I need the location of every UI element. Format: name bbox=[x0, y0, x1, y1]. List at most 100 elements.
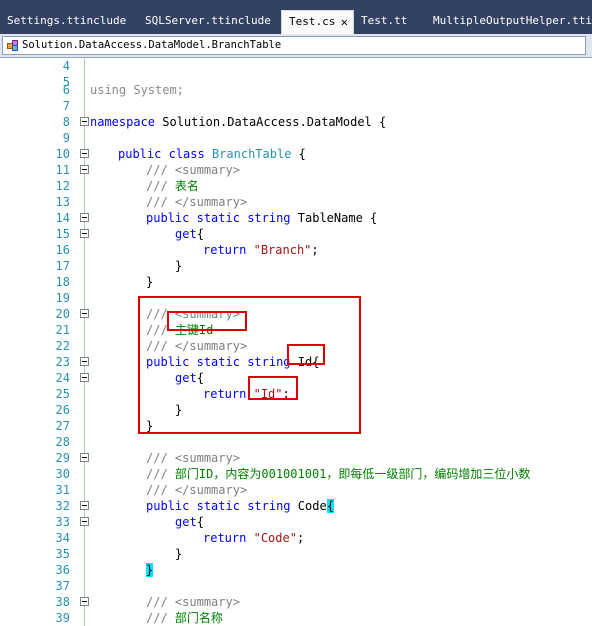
xml-doc-tag: <summary> bbox=[174, 595, 240, 609]
keyword: class bbox=[168, 147, 205, 161]
navigation-bar: Solution.DataAccess.DataModel.BranchTabl… bbox=[0, 34, 592, 58]
doc-prefix: /// bbox=[146, 595, 168, 609]
collapse-icon[interactable] bbox=[80, 357, 89, 366]
line-number: 36 bbox=[55, 563, 70, 577]
tab-multipleoutputhelper-ttinclude[interactable]: MultipleOutputHelper.ttinclude bbox=[426, 10, 592, 34]
code-line: 10 public class BranchTable { bbox=[0, 146, 592, 162]
line-number: 13 bbox=[55, 195, 70, 209]
string-literal: "Branch" bbox=[253, 243, 312, 257]
keyword: public bbox=[118, 147, 162, 161]
tab-test-tt[interactable]: Test.tt bbox=[354, 10, 426, 34]
keyword: string bbox=[247, 211, 291, 225]
collapse-icon[interactable] bbox=[80, 149, 89, 158]
code-line: 15 get{ bbox=[0, 226, 592, 242]
collapse-icon[interactable] bbox=[80, 517, 89, 526]
code-line: 9 bbox=[0, 130, 592, 146]
code-line: 39 /// 部门名称 bbox=[0, 610, 592, 626]
keyword: static bbox=[196, 211, 240, 225]
property-name: TableName bbox=[297, 211, 363, 225]
tab-label: MultipleOutputHelper.ttinclude bbox=[433, 14, 592, 27]
tab-label: SQLServer.ttinclude bbox=[145, 14, 271, 27]
using-target: System; bbox=[126, 83, 184, 97]
line-number: 6 bbox=[62, 83, 70, 97]
code-line: 6 using System; bbox=[0, 82, 592, 98]
document-tab-bar: Settings.ttinclude SQLServer.ttinclude T… bbox=[0, 0, 592, 34]
xml-doc-tag: <summary> bbox=[174, 163, 240, 177]
code-line: 29 /// <summary> bbox=[0, 450, 592, 466]
line-number: 38 bbox=[55, 595, 70, 609]
line-number: 22 bbox=[55, 339, 70, 353]
keyword: using bbox=[90, 83, 127, 97]
code-line: 14 public static string TableName { bbox=[0, 210, 592, 226]
collapse-icon[interactable] bbox=[80, 597, 89, 606]
code-line: 7 bbox=[0, 98, 592, 114]
brace: { bbox=[196, 515, 204, 529]
keyword: get bbox=[175, 515, 197, 529]
comment-text: 部门名称 bbox=[174, 611, 223, 625]
code-editor[interactable]: 4 5 6 using System; 7 8 namespace Solution… bbox=[0, 58, 592, 626]
code-line: 32 public static string Code{ bbox=[0, 498, 592, 514]
keyword: get bbox=[175, 227, 197, 241]
line-number: 28 bbox=[55, 435, 70, 449]
code-line: 33 get{ bbox=[0, 514, 592, 530]
collapse-icon[interactable] bbox=[80, 213, 89, 222]
tab-label: Test.tt bbox=[361, 14, 408, 27]
string-literal: "Code" bbox=[253, 531, 297, 545]
semicolon: ; bbox=[311, 243, 319, 257]
code-line: 8 namespace Solution.DataAccess.DataModel… bbox=[0, 114, 592, 130]
matched-brace: } bbox=[146, 563, 154, 577]
navigation-type-label: Solution.DataAccess.DataModel.BranchTabl… bbox=[22, 39, 282, 51]
line-number: 12 bbox=[55, 179, 70, 193]
line-number: 31 bbox=[55, 483, 70, 497]
brace: } bbox=[175, 547, 183, 561]
annotation-box-property-name bbox=[287, 344, 325, 365]
brace: { bbox=[298, 147, 306, 161]
matched-brace: { bbox=[326, 499, 334, 513]
annotation-box-return-value bbox=[248, 376, 298, 400]
collapse-icon[interactable] bbox=[80, 373, 89, 382]
code-line: 36} bbox=[0, 562, 592, 578]
line-number: 7 bbox=[62, 99, 70, 113]
code-line: 35} bbox=[0, 546, 592, 562]
code-line: 34 return "Code"; bbox=[0, 530, 592, 546]
line-number: 24 bbox=[55, 371, 70, 385]
line-number: 15 bbox=[55, 227, 70, 241]
line-number: 20 bbox=[55, 307, 70, 321]
class-name: BranchTable bbox=[211, 147, 292, 161]
brace: } bbox=[146, 275, 154, 289]
class-icon bbox=[7, 40, 18, 51]
close-icon[interactable]: ✕ bbox=[341, 11, 348, 33]
code-line: 37 bbox=[0, 578, 592, 594]
code-line: 12 /// 表名 bbox=[0, 178, 592, 194]
line-number: 34 bbox=[55, 531, 70, 545]
line-number: 29 bbox=[55, 451, 70, 465]
line-number: 8 bbox=[62, 115, 70, 129]
line-number: 16 bbox=[55, 243, 70, 257]
collapse-icon[interactable] bbox=[80, 309, 89, 318]
semicolon: ; bbox=[296, 531, 305, 545]
line-number: 37 bbox=[55, 579, 70, 593]
collapse-icon[interactable] bbox=[80, 165, 89, 174]
collapse-icon[interactable] bbox=[80, 229, 89, 238]
line-number: 30 bbox=[55, 467, 70, 481]
tab-test-cs[interactable]: Test.cs ✕ bbox=[281, 10, 354, 34]
namespace-name: Solution.DataAccess.DataModel { bbox=[155, 115, 387, 129]
line-number: 35 bbox=[55, 547, 70, 561]
collapse-icon[interactable] bbox=[80, 453, 89, 462]
line-number: 39 bbox=[55, 611, 70, 625]
code-line: 13 /// </summary> bbox=[0, 194, 592, 210]
annotation-box-comment bbox=[167, 311, 247, 331]
code-line: 31 /// </summary> bbox=[0, 482, 592, 498]
line-number: 14 bbox=[55, 211, 70, 225]
doc-prefix: /// bbox=[146, 451, 168, 465]
tab-label: Settings.ttinclude bbox=[7, 14, 127, 27]
collapse-icon[interactable] bbox=[80, 501, 89, 510]
line-number: 33 bbox=[55, 515, 70, 529]
keyword: return bbox=[203, 531, 247, 545]
line-number: 19 bbox=[55, 291, 70, 305]
code-line: 17} bbox=[0, 258, 592, 274]
type-dropdown[interactable]: Solution.DataAccess.DataModel.BranchTabl… bbox=[2, 36, 586, 55]
tab-settings-ttinclude[interactable]: Settings.ttinclude bbox=[0, 10, 138, 34]
tab-sqlserver-ttinclude[interactable]: SQLServer.ttinclude bbox=[138, 10, 280, 34]
collapse-icon[interactable] bbox=[80, 117, 89, 126]
